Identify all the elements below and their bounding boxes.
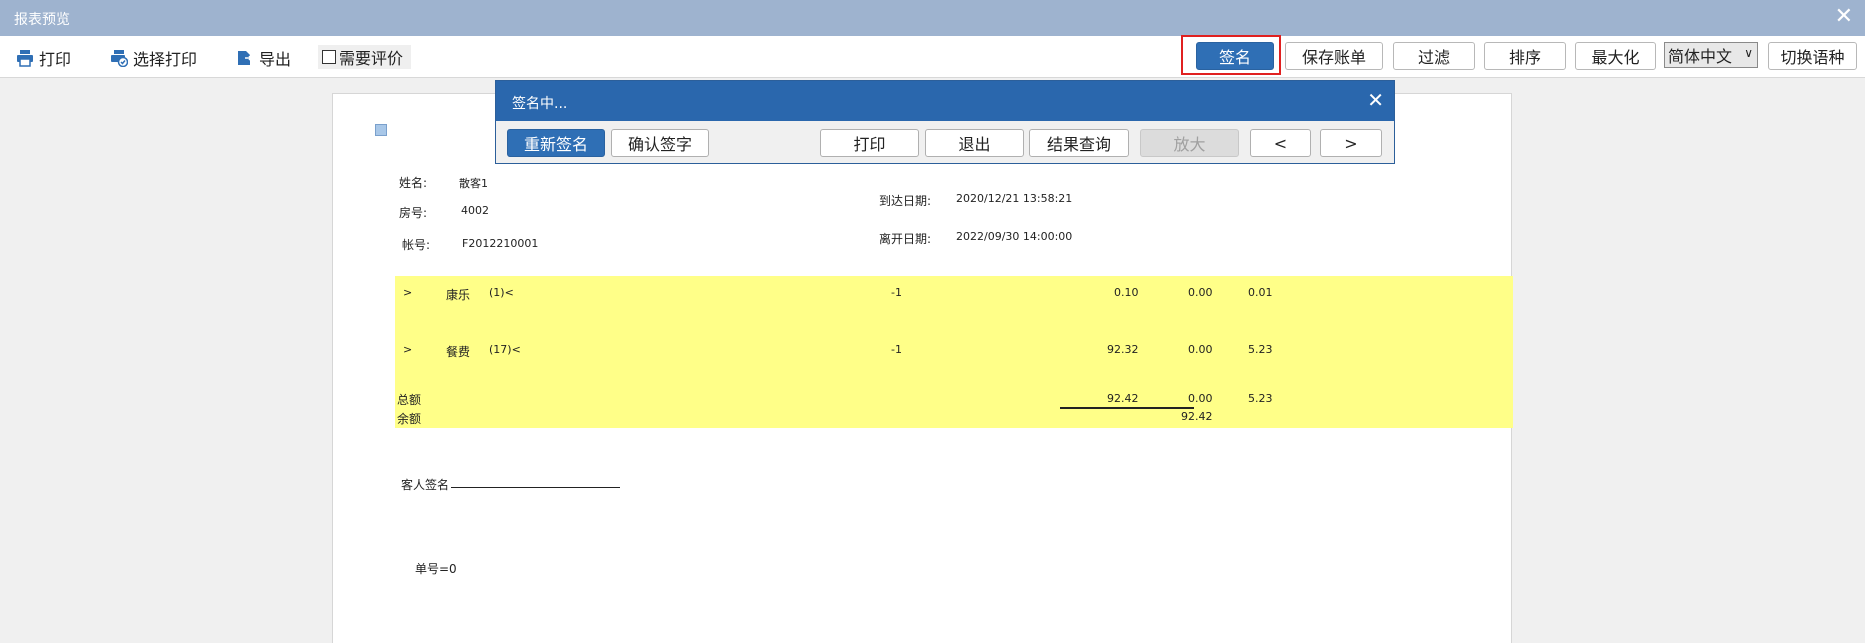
item-count: (1)<: [489, 286, 514, 299]
language-select-value: 简体中文: [1668, 47, 1733, 66]
need-review-label: 需要评价: [339, 49, 404, 68]
item-paid: 0.00: [1188, 286, 1213, 299]
guest-signature-label: 客人签名: [401, 478, 450, 492]
dialog-toolbar: 重新签名 确认签字 打印 退出 结果查询 放大 < >: [496, 121, 1394, 163]
item-tax: 5.23: [1248, 343, 1273, 356]
arrival-value: 2020/12/21 13:58:21: [956, 192, 1073, 205]
dialog-print-button[interactable]: 打印: [820, 129, 919, 157]
window-title: 报表预览: [14, 12, 70, 28]
select-print-label: 选择打印: [133, 50, 198, 69]
report-page: 姓名: 散客1 房号: 4002 帐号: F2012210001 到达日期: 2…: [332, 93, 1513, 643]
guest-name-label: 姓名:: [399, 176, 428, 190]
select-print-icon: [111, 50, 128, 67]
filter-button[interactable]: 过滤: [1393, 42, 1475, 70]
departure-label: 离开日期:: [879, 232, 932, 246]
prev-button[interactable]: <: [1250, 129, 1311, 157]
guest-name-value: 散客1: [459, 177, 488, 190]
room-value: 4002: [461, 204, 489, 217]
arrival-label: 到达日期:: [879, 194, 932, 208]
item-expander-icon[interactable]: >: [403, 286, 412, 299]
item-qty: -1: [891, 286, 902, 299]
room-label: 房号:: [399, 206, 428, 220]
item-tax: 0.01: [1248, 286, 1273, 299]
switch-language-button[interactable]: 切换语种: [1768, 42, 1857, 70]
item-name: 康乐: [446, 288, 471, 302]
toolbar: 打印 选择打印 导出 需要评价 签名 保存账单 过滤 排序 最大化 切换语种: [0, 36, 1865, 78]
item-amount: 0.10: [1114, 286, 1139, 299]
chevron-down-icon: ∨: [1744, 46, 1753, 60]
total-underline: [1060, 407, 1194, 409]
total-amount: 92.42: [1107, 392, 1139, 405]
dialog-header: 签名中... ✕: [496, 81, 1394, 121]
account-value: F2012210001: [462, 237, 539, 250]
item-paid: 0.00: [1188, 343, 1213, 356]
report-anchor-icon: [375, 124, 387, 136]
printer-icon: [17, 50, 33, 67]
select-print-button[interactable]: 选择打印: [110, 46, 197, 70]
item-name: 餐费: [446, 345, 471, 359]
total-tax: 5.23: [1248, 392, 1273, 405]
export-button[interactable]: 导出: [236, 46, 291, 70]
bill-number-label: 单号=0: [415, 562, 457, 576]
checkbox-box[interactable]: [322, 50, 336, 64]
item-expander-icon[interactable]: >: [403, 343, 412, 356]
result-query-button[interactable]: 结果查询: [1029, 129, 1129, 157]
account-label: 帐号:: [402, 238, 431, 252]
print-label: 打印: [39, 50, 72, 69]
window-close-icon[interactable]: ✕: [1835, 4, 1853, 30]
export-label: 导出: [259, 50, 292, 69]
zoom-button[interactable]: 放大: [1140, 129, 1239, 157]
bill-items-area: > 康乐 (1)< -1 0.10 0.00 0.01 > 餐费 (17)< -…: [395, 276, 1513, 428]
item-count: (17)<: [489, 343, 521, 356]
window-titlebar: 报表预览 ✕: [0, 0, 1865, 36]
exit-button[interactable]: 退出: [925, 129, 1024, 157]
guest-signature-line: [451, 487, 620, 488]
departure-value: 2022/09/30 14:00:00: [956, 230, 1073, 243]
sign-button-highlight: [1181, 35, 1281, 75]
dialog-close-icon[interactable]: ✕: [1367, 88, 1384, 112]
total-paid: 0.00: [1188, 392, 1213, 405]
confirm-sign-button[interactable]: 确认签字: [611, 129, 709, 157]
next-button[interactable]: >: [1320, 129, 1382, 157]
export-icon: [238, 51, 253, 65]
item-amount: 92.32: [1107, 343, 1139, 356]
resign-button[interactable]: 重新签名: [507, 129, 605, 157]
need-review-checkbox[interactable]: 需要评价: [318, 45, 412, 69]
item-qty: -1: [891, 343, 902, 356]
dialog-title: 签名中...: [512, 96, 568, 112]
balance-label: 余额: [397, 412, 422, 426]
balance-value: 92.42: [1181, 410, 1213, 423]
language-select[interactable]: 简体中文 ∨: [1664, 42, 1758, 68]
print-button[interactable]: 打印: [16, 46, 71, 70]
total-label: 总额: [397, 393, 422, 407]
sort-button[interactable]: 排序: [1484, 42, 1566, 70]
signing-dialog: 签名中... ✕ 重新签名 确认签字 打印 退出 结果查询 放大 < >: [495, 80, 1395, 164]
maximize-button[interactable]: 最大化: [1575, 42, 1656, 70]
save-bill-button[interactable]: 保存账单: [1285, 42, 1383, 70]
